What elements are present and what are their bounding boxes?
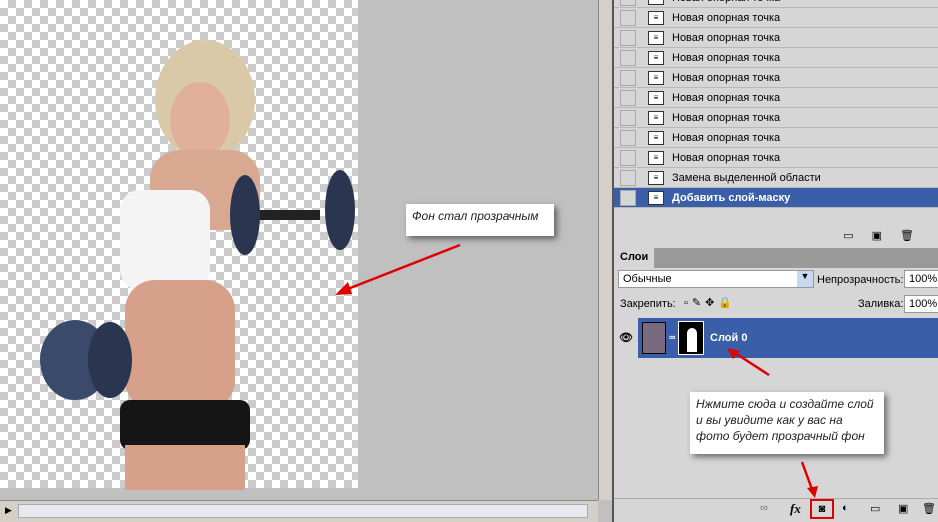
add-layer-mask-button[interactable]: ◙	[810, 499, 834, 519]
history-state-icon: ≡	[648, 50, 664, 65]
history-item-label: Новая опорная точка	[672, 111, 781, 124]
history-item-label: Новая опорная точка	[672, 131, 781, 144]
eye-icon[interactable]: 👁	[614, 318, 638, 358]
new-layer-icon[interactable]: ▣	[898, 502, 908, 515]
layer-thumbnail	[642, 322, 666, 354]
history-item-label: Новая опорная точка	[672, 51, 781, 64]
snapshot-checkbox[interactable]	[620, 49, 636, 66]
history-toolbar: ▭▣🗑	[843, 230, 932, 242]
chevron-down-icon[interactable]: ▼	[797, 271, 813, 287]
annotation-arrow	[800, 461, 818, 498]
history-item-label: Новая опорная точка	[672, 91, 781, 104]
snapshot-checkbox[interactable]	[620, 169, 636, 186]
history-item-label: Новая опорная точка	[672, 31, 781, 44]
history-panel: ≡ Новая опорная точка ≡ Новая опорная точка…	[614, 0, 938, 208]
layer-mask-thumbnail	[678, 321, 704, 355]
history-state-icon: ≡	[648, 90, 664, 105]
history-state-icon: ≡	[648, 10, 664, 25]
history-state-icon: ≡	[648, 190, 664, 205]
trash-icon[interactable]: 🗑	[922, 502, 936, 515]
annotation-arrow	[727, 348, 770, 377]
snapshot-checkbox[interactable]	[620, 69, 636, 86]
layers-tab-bar: Слои	[614, 248, 938, 268]
photo-subject	[40, 40, 355, 490]
snapshot-checkbox[interactable]	[620, 109, 636, 126]
fx-button[interactable]: fx	[790, 501, 801, 517]
blend-mode-value: Обычные	[623, 273, 672, 285]
vertical-scrollbar[interactable]	[598, 0, 612, 500]
snapshot-checkbox[interactable]	[620, 189, 636, 206]
history-state-icon: ≡	[648, 0, 664, 5]
adjustment-layer-icon[interactable]: ◐	[842, 502, 849, 514]
snapshot-checkbox[interactable]	[620, 0, 636, 6]
history-item[interactable]: ≡ Новая опорная точка	[614, 48, 938, 68]
history-state-icon: ≡	[648, 150, 664, 165]
link-layers-icon[interactable]: ∞	[760, 502, 768, 514]
lock-icons[interactable]: ▫✎✥🔒	[684, 296, 736, 309]
document-canvas[interactable]: Фон стал прозрачным	[0, 0, 598, 500]
history-state-icon: ≡	[648, 170, 664, 185]
layer-name[interactable]: Слой 0	[710, 332, 747, 344]
history-item[interactable]: ≡ Новая опорная точка	[614, 128, 938, 148]
history-item[interactable]: ≡ Новая опорная точка	[614, 148, 938, 168]
history-item-label: Новая опорная точка	[672, 71, 781, 84]
history-item-label: Новая опорная точка	[672, 0, 780, 4]
snapshot-checkbox[interactable]	[620, 149, 636, 166]
history-item[interactable]: ≡ Новая опорная точка	[614, 0, 938, 8]
right-panel: ≡ Новая опорная точка ≡ Новая опорная точка…	[612, 0, 938, 522]
history-item-label: Новая опорная точка	[672, 11, 781, 24]
snapshot-checkbox[interactable]	[620, 29, 636, 46]
history-item[interactable]: ≡ Новая опорная точка	[614, 108, 938, 128]
history-state-icon: ≡	[648, 70, 664, 85]
snapshot-checkbox[interactable]	[620, 89, 636, 106]
snapshot-checkbox[interactable]	[620, 9, 636, 26]
folder-icon[interactable]: ▭	[870, 502, 880, 515]
link-icon: ∞	[669, 332, 676, 342]
opacity-input[interactable]: 100%	[904, 270, 938, 288]
history-item-label: Новая опорная точка	[672, 151, 781, 164]
history-state-icon: ≡	[648, 110, 664, 125]
history-state-icon: ≡	[648, 130, 664, 145]
layers-toolbar: ∞ fx ◙ ◐ ▭ ▣ 🗑	[614, 498, 938, 519]
canvas-annotation: Фон стал прозрачным	[406, 204, 554, 236]
lock-label: Закрепить:	[620, 298, 676, 310]
history-item[interactable]: ≡ Новая опорная точка	[614, 68, 938, 88]
layers-annotation: Нжмите сюда и создайте слой и вы увидите…	[690, 392, 884, 454]
snapshot-checkbox[interactable]	[620, 129, 636, 146]
fill-input[interactable]: 100%	[904, 295, 938, 313]
horizontal-scrollbar[interactable]: ▶	[0, 500, 598, 522]
tab-layers[interactable]: Слои	[614, 248, 655, 268]
history-item-label: Замена выделенной области	[672, 171, 821, 184]
history-item[interactable]: ≡ Новая опорная точка	[614, 8, 938, 28]
history-item[interactable]: ≡ Добавить слой-маску	[614, 188, 938, 208]
history-item[interactable]: ≡ Новая опорная точка	[614, 88, 938, 108]
history-item-label: Добавить слой-маску	[672, 191, 791, 204]
history-item[interactable]: ≡ Замена выделенной области	[614, 168, 938, 188]
history-state-icon: ≡	[648, 30, 664, 45]
opacity-label: Непрозрачность:	[817, 274, 904, 286]
fill-label: Заливка:	[858, 298, 904, 310]
layer-row[interactable]: 👁 ∞ Слой 0	[614, 318, 938, 358]
annotation-arrow	[335, 243, 461, 295]
blend-mode-select[interactable]: Обычные ▼	[618, 270, 814, 288]
history-item[interactable]: ≡ Новая опорная точка	[614, 28, 938, 48]
